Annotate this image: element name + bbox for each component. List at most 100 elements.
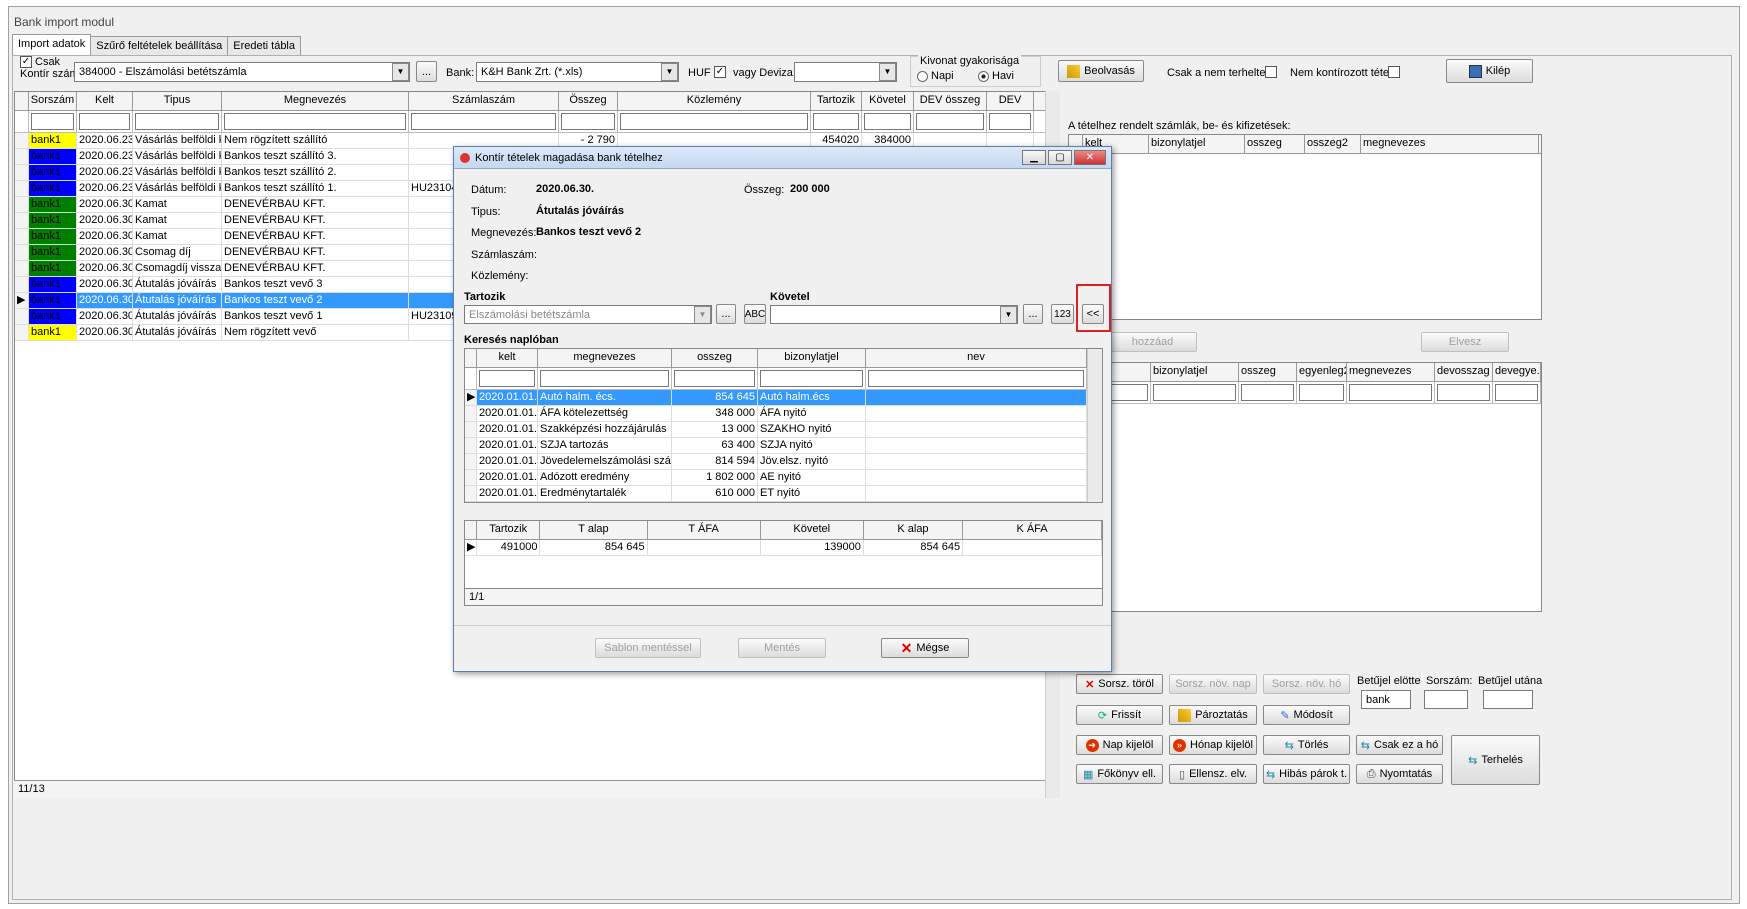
tab-szuro-feltetelek[interactable]: Szűrő feltételek beállítása [90,36,229,56]
column-filter-input[interactable] [538,368,672,389]
table-cell[interactable]: 854 645 [540,540,648,555]
hozzaad-button[interactable]: hozzáad [1108,332,1197,352]
column-filter-input[interactable] [672,368,758,389]
deviza-select[interactable]: ▼ [794,62,897,82]
paroztatas-button[interactable]: Pároztatás [1169,705,1257,725]
table-cell[interactable] [648,540,761,555]
grid-config-icon[interactable] [465,349,477,367]
column-header[interactable]: bizonylatjel [1151,363,1239,381]
kontir-select[interactable]: 384000 - Elszámolási betétszámla ▼ [74,62,410,82]
minimize-icon[interactable]: ▁ [1022,150,1046,165]
sorsz-nov-ho-button[interactable]: Sorsz. növ. hó [1263,674,1350,694]
beolvasas-button[interactable]: Beolvasás [1058,60,1144,82]
column-header[interactable]: egyenleg2 [1297,363,1347,381]
column-filter-input[interactable] [1239,382,1297,403]
binoculars-icon[interactable] [15,111,29,132]
column-filter-input[interactable] [477,368,538,389]
column-header[interactable]: devosszag [1435,363,1493,381]
column-header[interactable]: Követel [862,92,914,110]
column-filter-input[interactable] [77,111,133,132]
column-header[interactable]: K alap [864,521,964,539]
column-header[interactable]: Tartozik [811,92,862,110]
column-header[interactable]: Tartozik [477,521,541,539]
tab-import-adatok[interactable]: Import adatok [12,34,92,55]
napi-radio[interactable]: Napi [917,70,954,82]
csak-nem-terheltek-checkbox[interactable] [1265,66,1277,78]
tartozik-ellipsis-button[interactable]: ... [716,304,736,324]
column-filter-input[interactable] [29,111,77,132]
close-icon[interactable]: ✕ [1074,150,1106,165]
column-header[interactable]: Tipus [133,92,222,110]
search-grid-scrollbar[interactable] [1087,349,1102,502]
table-cell[interactable]: 491000 [477,540,541,555]
hibas-parok-button[interactable]: ⇆ Hibás párok t. [1263,764,1350,784]
csak-ez-a-ho-button[interactable]: ⇆ Csak ez a hó [1356,735,1443,755]
betujel-elotte-input[interactable]: bank [1361,690,1411,709]
column-header[interactable]: osszeg [1239,363,1297,381]
kilep-button[interactable]: Kilép [1446,59,1533,83]
table-row[interactable]: 2020.01.01. SZJA tartozás 63 400 SZJA nyitó [465,438,1102,454]
betujel-utana-input[interactable] [1483,690,1533,709]
column-header[interactable]: Közlemény [618,92,811,110]
column-header[interactable]: DEV összeg [914,92,987,110]
column-header[interactable]: osszeg [672,349,758,367]
frissit-button[interactable]: ⟳ Frissít [1076,705,1163,725]
column-header[interactable]: kelt [477,349,538,367]
column-header[interactable]: megnevezes [1361,135,1539,153]
column-header[interactable]: Összeg [559,92,618,110]
column-header[interactable]: Sorszám [29,92,77,110]
table-cell[interactable]: 139000 [761,540,864,555]
nyomtatas-button[interactable]: ⎙ Nyomtatás [1356,764,1443,784]
elvesz-button[interactable]: Elvesz [1421,332,1509,352]
megse-button[interactable]: ✕ Mégse [881,638,969,658]
table-row[interactable]: 2020.01.01. Szakképzési hozzájárulás 13 00… [465,422,1102,438]
huf-checkbox[interactable]: ✓ [714,66,726,78]
tab-eredeti-tabla[interactable]: Eredeti tábla [227,36,301,56]
column-header[interactable]: DEV [987,92,1034,110]
maximize-icon[interactable]: ▢ [1048,150,1072,165]
fokonyv-ell-button[interactable]: ▦ Főkönyv ell. [1076,764,1163,784]
back-button[interactable]: << [1082,304,1104,324]
honap-kijelol-button[interactable]: » Hónap kijelöl [1169,735,1257,755]
table-row[interactable]: 2020.01.01. ÁFA kötelezettség 348 000 ÁFA n… [465,406,1102,422]
bank-select[interactable]: K&H Bank Zrt. (*.xls) ▼ [476,62,679,82]
column-header[interactable]: osszeg2 [1305,135,1361,153]
column-header[interactable]: megnevezes [538,349,672,367]
table-cell[interactable] [963,540,1103,555]
nap-kijelol-button[interactable]: ➔ Nap kijelöl [1076,735,1163,755]
grid-config-icon[interactable] [15,92,29,110]
grid-config-icon[interactable] [465,521,477,539]
table-row[interactable]: 2020.01.01. Eredménytartalék 610 000 ET nyi… [465,486,1102,502]
column-header[interactable]: Megnevezés [222,92,409,110]
column-filter-input[interactable] [1435,382,1493,403]
torles-button[interactable]: ⇆ Törlés [1263,735,1350,755]
sorsz-nov-nap-button[interactable]: Sorsz. növ. nap [1169,674,1257,694]
table-row[interactable]: ▶ 2020.01.01. Autó halm. écs. 854 645 Autó h… [465,390,1102,406]
sorszam-input[interactable] [1424,690,1468,709]
table-row[interactable]: 2020.01.01. Adózott eredmény 1 802 000 AE n… [465,470,1102,486]
column-filter-input[interactable] [559,111,618,132]
kovetel-ellipsis-button[interactable]: ... [1023,304,1043,324]
column-header[interactable]: bizonylatjel [1149,135,1245,153]
binoculars-icon[interactable] [465,368,477,389]
abc-button[interactable]: ABC [744,304,766,324]
column-filter-input[interactable] [914,111,987,132]
column-filter-input[interactable] [1347,382,1435,403]
column-header[interactable]: T alap [540,521,648,539]
column-filter-input[interactable] [1493,382,1541,403]
sablon-mentessel-button[interactable]: Sablon mentéssel [595,638,701,658]
column-header[interactable]: Számlaszám [409,92,559,110]
mentes-button[interactable]: Mentés [738,638,826,658]
csak-checkbox[interactable]: ✓ [20,56,32,68]
column-filter-input[interactable] [1151,382,1239,403]
column-header[interactable]: nev [866,349,1087,367]
kovetel-select[interactable]: ▼ [770,305,1018,324]
column-filter-input[interactable] [987,111,1034,132]
column-header[interactable]: devegye... [1493,363,1541,381]
column-filter-input[interactable] [862,111,914,132]
column-filter-input[interactable] [222,111,409,132]
table-row[interactable]: 2020.01.01.Jövedelemelszámolási száml...… [465,454,1102,470]
column-filter-input[interactable] [866,368,1087,389]
nem-kontirozott-checkbox[interactable] [1388,66,1400,78]
column-header[interactable]: T ÁFA [648,521,761,539]
